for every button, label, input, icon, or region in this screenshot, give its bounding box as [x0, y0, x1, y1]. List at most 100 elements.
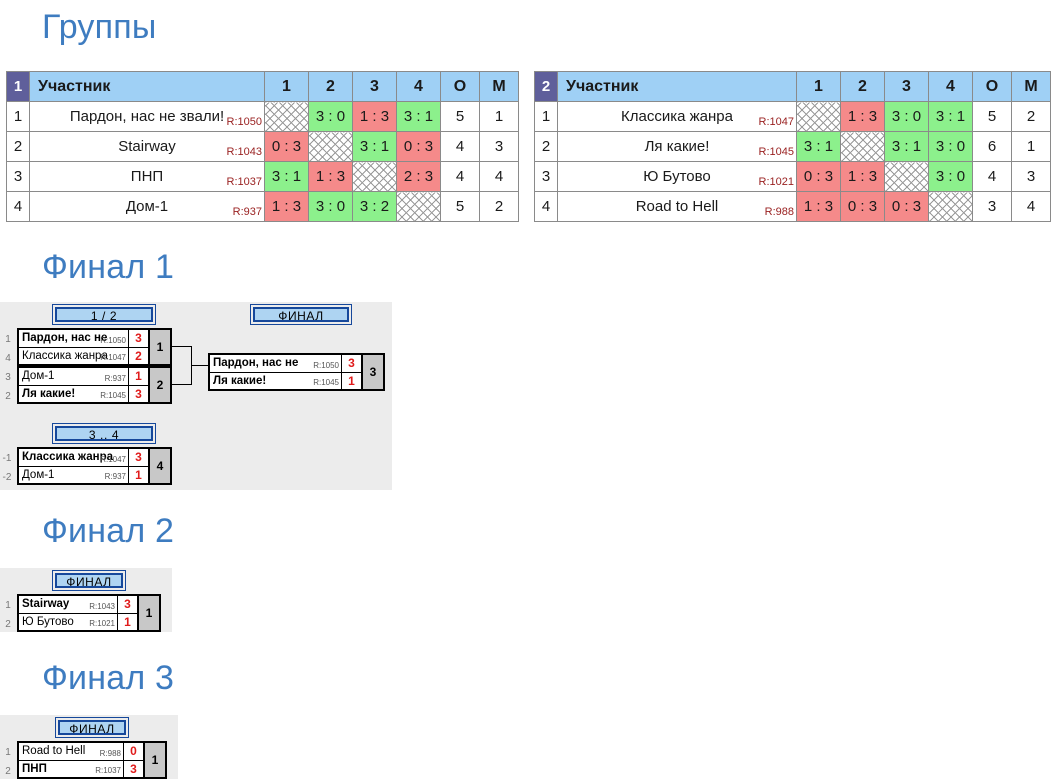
group-2-cell-2-2	[840, 131, 885, 162]
match-player-name: Классика жанра R:1047	[22, 451, 126, 464]
match-row: Дом-1 R:937 1	[19, 466, 148, 483]
match-row: Пардон, нас не R:1050 3	[19, 330, 148, 348]
match-player-score: 1	[341, 372, 361, 389]
group-2-row-1-points: 5	[972, 101, 1012, 132]
match-player-score: 2	[128, 347, 148, 364]
group-2-number: 2	[534, 71, 558, 102]
group-2-cell-2-1: 3 : 1	[796, 131, 841, 162]
group-1-cell-1-1	[264, 101, 309, 132]
match-player-rating: R:1045	[313, 378, 339, 387]
group-2-row-3-place: 3	[1011, 161, 1051, 192]
table-row: 3 ПНП R:1037 3 : 1 1 : 3 2 : 3 4 4	[6, 161, 519, 192]
match-player-rating: R:1045	[100, 391, 126, 400]
participant-rating: R:1037	[226, 176, 262, 188]
participant-rating: R:1047	[758, 116, 794, 128]
group-2-row-3-name: Ю Бутово R:1021	[557, 161, 797, 192]
group-2-row-1-name: Классика жанра R:1047	[557, 101, 797, 132]
round-header-final3: ФИНАЛ	[58, 720, 126, 736]
group-2-cell-3-1: 0 : 3	[796, 161, 841, 192]
participant-rating: R:1045	[758, 146, 794, 158]
group-1-col-points: О	[440, 71, 480, 102]
match-third-place[interactable]: Классика жанра R:1047 3 Дом-1 R:937 1 4	[17, 447, 172, 485]
group-2-col-2: 2	[840, 71, 885, 102]
group-1-row-2-name: Stairway R:1043	[29, 131, 265, 162]
group-1-cell-1-3: 1 : 3	[352, 101, 397, 132]
page-title-groups: Группы	[42, 8, 157, 46]
table-row: 3 Ю Бутово R:1021 0 : 3 1 : 3 3 : 0 4 3	[534, 161, 1051, 192]
group-2-row-1-place: 2	[1011, 101, 1051, 132]
table-row: 2 Stairway R:1043 0 : 3 3 : 1 0 : 3 4 3	[6, 131, 519, 162]
match-row: Классика жанра R:1047 3	[19, 449, 148, 467]
match-player-rating: R:937	[104, 472, 126, 481]
table-row: 1 Пардон, нас не звали! R:1050 3 : 0 1 :…	[6, 101, 519, 132]
group-1-header-row: 1 Участник 1 2 3 4 О М	[6, 71, 519, 102]
match-player-name: Дом-1 R:937	[22, 468, 126, 481]
group-2-row-4-name: Road to Hell R:988	[557, 191, 797, 222]
group-1-col-3: 3	[352, 71, 397, 102]
match-player-rating: R:937	[104, 373, 126, 383]
group-1-cell-4-4	[396, 191, 441, 222]
group-1-cell-4-2: 3 : 0	[308, 191, 353, 222]
group-1-row-1-name: Пардон, нас не звали! R:1050	[29, 101, 265, 132]
group-2-row-3-rank: 3	[534, 161, 558, 192]
group-1-cell-3-1: 3 : 1	[264, 161, 309, 192]
group-1-row-3-place: 4	[479, 161, 519, 192]
participant-rating: R:988	[764, 206, 794, 218]
group-1-cell-2-3: 3 : 1	[352, 131, 397, 162]
participant-name: Классика жанра	[621, 108, 733, 125]
group-2-cell-3-2: 1 : 3	[840, 161, 885, 192]
match-player-rating: R:1047	[100, 454, 126, 464]
table-row: 1 Классика жанра R:1047 1 : 3 3 : 0 3 : …	[534, 101, 1051, 132]
group-2-col-4: 4	[928, 71, 973, 102]
match-number: 4	[148, 449, 170, 483]
group-2-col-3: 3	[884, 71, 929, 102]
group-1-row-1-points: 5	[440, 101, 480, 132]
match-player-name: Ля какие! R:1045	[22, 387, 126, 400]
match-final2[interactable]: Stairway R:1043 3 Ю Бутово R:1021 1 1	[17, 594, 161, 632]
group-1-cell-2-4: 0 : 3	[396, 131, 441, 162]
match-player-score: 0	[123, 743, 143, 760]
group-2-cell-2-4: 3 : 0	[928, 131, 973, 162]
group-2-row-4-place: 4	[1011, 191, 1051, 222]
match-player-name: Stairway R:1043	[22, 598, 115, 611]
group-2-col-1: 1	[796, 71, 841, 102]
seed-third-p2: -2	[2, 472, 12, 483]
group-1-cell-1-2: 3 : 0	[308, 101, 353, 132]
group-1-cell-4-3: 3 : 2	[352, 191, 397, 222]
match-player-rating: R:1050	[100, 335, 126, 345]
match-player-name: Ю Бутово R:1021	[22, 615, 115, 628]
participant-name: Ля какие!	[644, 138, 710, 155]
group-2-row-4-points: 3	[972, 191, 1012, 222]
match-player-name: Пардон, нас не R:1050	[213, 357, 339, 370]
group-2-col-points: О	[972, 71, 1012, 102]
group-1-col-4: 4	[396, 71, 441, 102]
group-1-row-4-rank: 4	[6, 191, 30, 222]
match-final[interactable]: Пардон, нас не R:1050 3 Ля какие! R:1045…	[208, 353, 385, 391]
match-number: 2	[148, 368, 170, 402]
match-semifinal-2[interactable]: Дом-1 R:937 1 Ля какие! R:1045 3 2	[17, 366, 172, 404]
seed-final2-p2: 2	[5, 619, 11, 630]
group-1-row-1-rank: 1	[6, 101, 30, 132]
group-1-row-2-rank: 2	[6, 131, 30, 162]
match-player-name: Road to Hell R:988	[22, 745, 121, 758]
bracket-final1: 1 / 2 ФИНАЛ 3 .. 4 1 4 Пардон, нас не R:…	[0, 302, 392, 490]
group-1-col-2: 2	[308, 71, 353, 102]
group-table-1: 1 Участник 1 2 3 4 О М 1 Пардон, нас не …	[6, 71, 519, 222]
match-semifinal-1[interactable]: Пардон, нас не R:1050 3 Классика жанра R…	[17, 328, 172, 366]
match-player-name: Дом-1 R:937	[22, 370, 126, 383]
group-2-header-row: 2 Участник 1 2 3 4 О М	[534, 71, 1051, 102]
match-player-score: 1	[117, 613, 137, 630]
participant-rating: R:1043	[226, 146, 262, 158]
group-1-row-3-points: 4	[440, 161, 480, 192]
match-player-rating: R:1043	[89, 601, 115, 611]
match-final3[interactable]: Road to Hell R:988 0 ПНП R:1037 3 1	[17, 741, 167, 779]
group-1-col-participant: Участник	[29, 71, 265, 102]
group-2-cell-3-3	[884, 161, 929, 192]
group-2-cell-4-3: 0 : 3	[884, 191, 929, 222]
group-2-cell-1-4: 3 : 1	[928, 101, 973, 132]
group-2-row-2-rank: 2	[534, 131, 558, 162]
group-1-row-4-place: 2	[479, 191, 519, 222]
group-2-row-2-name: Ля какие! R:1045	[557, 131, 797, 162]
group-2-cell-1-1	[796, 101, 841, 132]
group-1-row-4-name: Дом-1 R:937	[29, 191, 265, 222]
